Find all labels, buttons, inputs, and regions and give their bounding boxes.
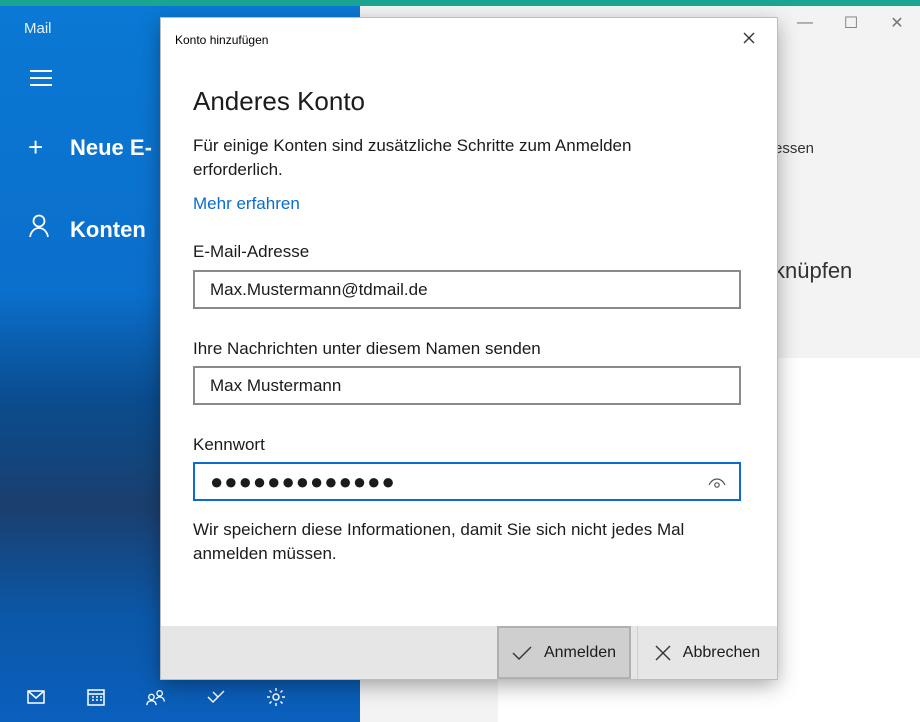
bottom-nav-bar xyxy=(0,672,360,722)
cancel-button[interactable]: Abbrechen xyxy=(637,626,777,679)
minimize-button[interactable]: — xyxy=(782,14,828,32)
mail-icon[interactable] xyxy=(26,687,46,707)
cancel-label: Abbrechen xyxy=(682,643,761,661)
app-title: Mail xyxy=(24,20,52,37)
calendar-icon[interactable] xyxy=(86,687,106,707)
email-label: E-Mail-Adresse xyxy=(193,242,310,261)
accounts-label: Konten xyxy=(70,216,146,242)
checkmark-icon xyxy=(512,646,532,660)
dialog-note: Wir speichern diese Informationen, damit… xyxy=(193,520,685,563)
eye-icon[interactable] xyxy=(707,474,727,490)
background-text: essen xyxy=(774,140,815,157)
sender-name-field[interactable]: Max Mustermann xyxy=(193,366,741,405)
dialog-title: Konto hinzufügen xyxy=(175,33,269,47)
background-text: knüpfen xyxy=(774,258,853,283)
dialog-description: Für einige Konten sind zusätzliche Schri… xyxy=(193,136,632,179)
person-icon xyxy=(28,214,58,245)
page-title: Anderes Konto xyxy=(193,86,366,116)
email-field[interactable]: Max.Mustermann@tdmail.de xyxy=(193,270,741,309)
dialog-titlebar: Konto hinzufügen xyxy=(161,18,777,62)
sender-name-label: Ihre Nachrichten unter diesem Namen send… xyxy=(193,339,541,358)
sign-in-button[interactable]: Anmelden xyxy=(497,626,631,679)
new-mail-label: Neue E- xyxy=(70,134,152,160)
accounts-button[interactable]: Konten xyxy=(28,214,146,245)
learn-more-link[interactable]: Mehr erfahren xyxy=(193,194,300,214)
window-controls: — ☐ ✕ xyxy=(782,6,920,40)
add-account-dialog: Konto hinzufügen Anderes Konto Für einig… xyxy=(161,18,777,679)
new-mail-button[interactable]: + Neue E- xyxy=(28,132,152,163)
close-icon[interactable] xyxy=(739,28,759,48)
password-value: ●●●●●●●●●●●●● xyxy=(210,468,396,494)
close-window-button[interactable]: ✕ xyxy=(874,13,920,33)
password-label: Kennwort xyxy=(193,435,265,454)
hamburger-icon[interactable] xyxy=(30,70,52,86)
email-value: Max.Mustermann@tdmail.de xyxy=(210,279,428,299)
sender-name-value: Max Mustermann xyxy=(210,375,342,395)
gear-icon[interactable] xyxy=(266,687,286,707)
plus-icon: + xyxy=(28,132,44,162)
password-field[interactable]: ●●●●●●●●●●●●● xyxy=(193,462,741,501)
maximize-button[interactable]: ☐ xyxy=(828,13,874,33)
close-icon xyxy=(655,645,671,660)
todo-icon[interactable] xyxy=(206,687,226,707)
dialog-footer: Anmelden Abbrechen xyxy=(161,626,777,679)
sign-in-label: Anmelden xyxy=(543,643,617,661)
people-icon[interactable] xyxy=(146,687,166,707)
